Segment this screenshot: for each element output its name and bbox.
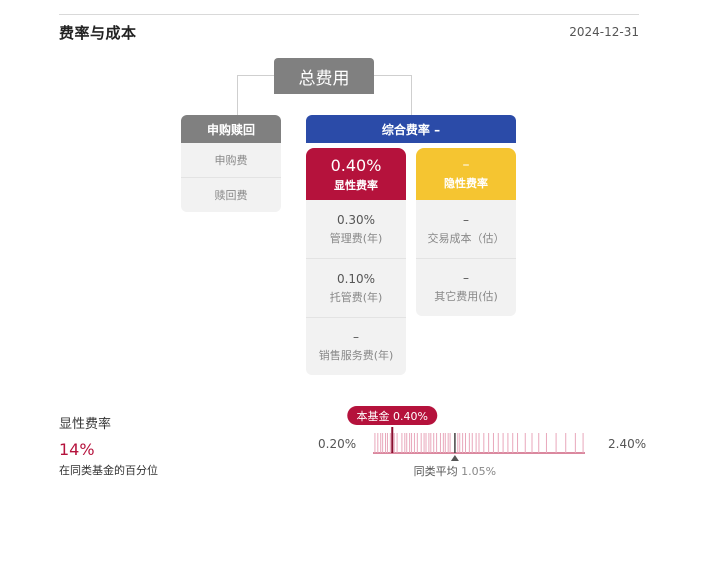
peer-average-label: 同类平均 1.05% [414, 463, 496, 479]
peer-average-text: 同类平均 [413, 465, 458, 478]
percentile-strip-chart [373, 427, 585, 461]
peer-average-value: 1.05% [461, 465, 497, 478]
average-pointer-icon [450, 455, 459, 461]
